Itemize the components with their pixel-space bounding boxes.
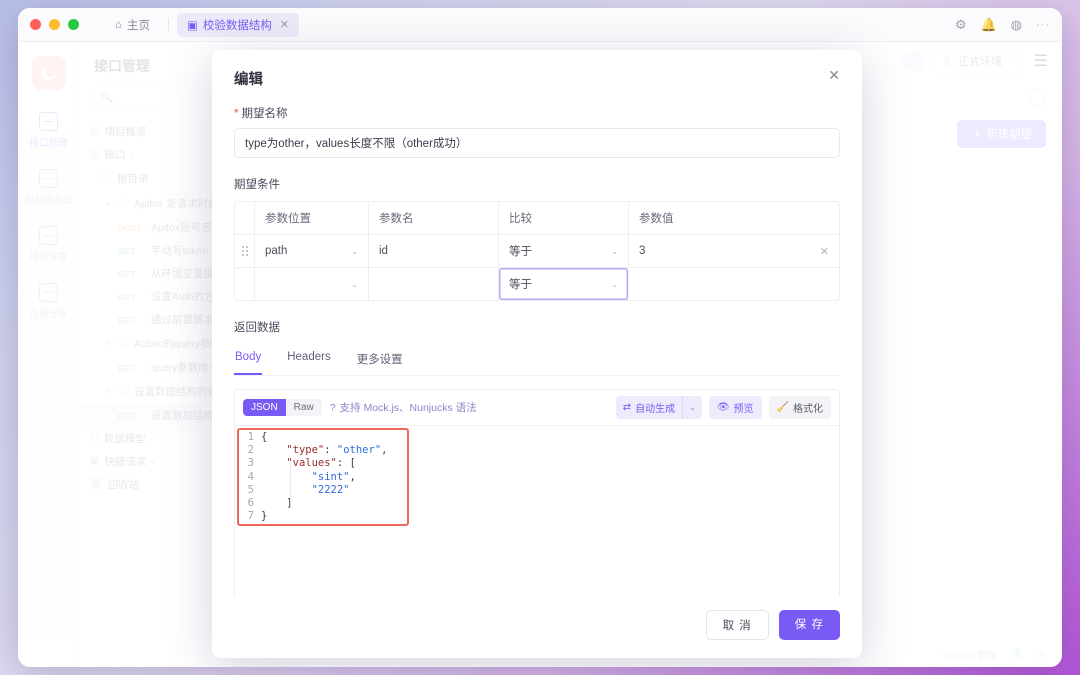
tab-strip: ⌂ 主页 ▣ 校验数据结构 ✕ bbox=[105, 13, 299, 37]
home-icon: ⌂ bbox=[115, 19, 122, 31]
close-icon[interactable]: ✕ bbox=[828, 68, 840, 82]
auto-generate-label: 自动生成 bbox=[635, 400, 675, 415]
return-data-label: 返回数据 bbox=[234, 319, 840, 335]
tab-validate-data-structure[interactable]: ▣ 校验数据结构 ✕ bbox=[177, 13, 299, 37]
tab-body[interactable]: Body bbox=[234, 344, 262, 375]
cancel-button[interactable]: 取 消 bbox=[706, 610, 769, 640]
column-param-name: 参数名 bbox=[369, 202, 499, 234]
app-window: ⌂ 主页 ▣ 校验数据结构 ✕ ⚙ 🔔 ◍ ··· bbox=[18, 8, 1062, 667]
window-controls[interactable]: ··· bbox=[1036, 19, 1050, 31]
format-button[interactable]: 🧹 格式化 bbox=[769, 396, 831, 419]
save-button[interactable]: 保 存 bbox=[779, 610, 840, 640]
close-icon[interactable]: ✕ bbox=[280, 18, 289, 31]
grip-icon bbox=[242, 246, 248, 256]
conditions-table: 参数位置 参数名 比较 参数值 path ⌄ id bbox=[234, 201, 840, 301]
column-compare: 比较 bbox=[499, 202, 629, 234]
seg-raw[interactable]: Raw bbox=[286, 399, 322, 416]
avatar-icon[interactable]: ◍ bbox=[1011, 17, 1022, 33]
param-name-input-empty[interactable] bbox=[369, 268, 499, 300]
column-param-location: 参数位置 bbox=[255, 202, 369, 234]
chevron-down-icon: ⌄ bbox=[611, 280, 618, 289]
modal-body: *期望名称 期望条件 参数位置 参数名 比较 参数值 path bbox=[212, 93, 862, 596]
expectation-name-label: *期望名称 bbox=[234, 105, 840, 121]
window-traffic-lights[interactable] bbox=[30, 19, 79, 30]
title-bar: ⌂ 主页 ▣ 校验数据结构 ✕ ⚙ 🔔 ◍ ··· bbox=[18, 8, 1062, 42]
eye-icon: 👁 bbox=[717, 402, 730, 413]
param-value-text: 3 bbox=[639, 245, 645, 257]
seg-json[interactable]: JSON bbox=[243, 399, 286, 416]
condition-row-empty: ⌄ 等于 ⌄ bbox=[235, 268, 839, 300]
param-location-select[interactable]: path ⌄ bbox=[255, 235, 369, 267]
modal-title: 编辑 bbox=[234, 68, 263, 89]
code-area[interactable]: 1 2 3 4 5 6 7 { "type": "other", "values… bbox=[235, 426, 839, 596]
compare-value: 等于 bbox=[509, 243, 532, 259]
tab-home-label: 主页 bbox=[127, 17, 150, 33]
expectation-name-input[interactable] bbox=[234, 128, 840, 158]
grip-header-cell bbox=[235, 202, 255, 234]
param-value-input-empty[interactable] bbox=[629, 268, 839, 300]
chevron-down-icon: ⌄ bbox=[351, 280, 358, 289]
code-editor: JSON Raw ? 支持 Mock.js、Nunjucks 语法 ⇄ 自动生成 bbox=[234, 389, 840, 596]
modal-header: 编辑 ✕ bbox=[212, 50, 862, 93]
conditions-header-row: 参数位置 参数名 比较 参数值 bbox=[235, 202, 839, 235]
auto-generate-button[interactable]: ⇄ 自动生成 ⌄ bbox=[616, 396, 702, 419]
drag-handle[interactable] bbox=[235, 235, 255, 267]
required-mark: * bbox=[234, 108, 238, 120]
modal-footer: 取 消 保 存 bbox=[212, 596, 862, 658]
tab-separator bbox=[168, 18, 169, 32]
compare-select-focused[interactable]: 等于 ⌄ bbox=[499, 268, 629, 300]
chevron-down-icon: ⌄ bbox=[351, 247, 358, 256]
bell-icon[interactable]: 🔔 bbox=[980, 17, 996, 33]
minimize-window-button[interactable] bbox=[49, 19, 60, 30]
titlebar-actions: ⚙ 🔔 ◍ ··· bbox=[955, 17, 1050, 33]
preview-button[interactable]: 👁 预览 bbox=[709, 396, 762, 419]
maximize-window-button[interactable] bbox=[68, 19, 79, 30]
format-label: 格式化 bbox=[793, 400, 823, 415]
param-location-value: path bbox=[265, 245, 287, 257]
code-lines[interactable]: { "type": "other", "values": [ "sint", "… bbox=[261, 431, 387, 523]
tab-home[interactable]: ⌂ 主页 bbox=[105, 13, 160, 37]
indent-guide bbox=[290, 462, 291, 502]
code-content: 1 2 3 4 5 6 7 { "type": "other", "values… bbox=[235, 426, 839, 523]
line-numbers: 1 2 3 4 5 6 7 bbox=[235, 431, 261, 523]
help-icon[interactable]: ? bbox=[330, 402, 336, 414]
editor-toolbar: JSON Raw ? 支持 Mock.js、Nunjucks 语法 ⇄ 自动生成 bbox=[235, 390, 839, 426]
param-location-select-empty[interactable]: ⌄ bbox=[255, 268, 369, 300]
column-param-value: 参数值 bbox=[629, 202, 839, 234]
compare-select[interactable]: 等于 ⌄ bbox=[499, 235, 629, 267]
label-text: 期望名称 bbox=[241, 108, 287, 120]
format-toggle[interactable]: JSON Raw bbox=[243, 399, 322, 416]
compare-value: 等于 bbox=[509, 276, 532, 292]
param-value-input[interactable]: 3 ✕ bbox=[629, 235, 839, 267]
return-data-tabs: Body Headers 更多设置 bbox=[234, 344, 840, 376]
doc-icon: ▣ bbox=[187, 18, 198, 32]
tab-more-settings[interactable]: 更多设置 bbox=[356, 344, 404, 375]
edit-expectation-modal: 编辑 ✕ *期望名称 期望条件 参数位置 参数名 比较 参数值 bbox=[212, 50, 862, 658]
refresh-icon: ⇄ bbox=[623, 402, 631, 413]
remove-row-icon[interactable]: ✕ bbox=[820, 245, 829, 258]
chevron-down-icon: ⌄ bbox=[611, 247, 618, 256]
close-window-button[interactable] bbox=[30, 19, 41, 30]
broom-icon: 🧹 bbox=[777, 402, 789, 413]
preview-label: 预览 bbox=[734, 400, 754, 415]
param-name-input[interactable]: id bbox=[369, 235, 499, 267]
drag-handle-empty bbox=[235, 268, 255, 300]
chevron-down-icon[interactable]: ⌄ bbox=[683, 396, 702, 419]
condition-row: path ⌄ id 等于 ⌄ 3 ✕ bbox=[235, 235, 839, 268]
hint-text: 支持 Mock.js、Nunjucks 语法 bbox=[340, 400, 477, 415]
tab-validate-label: 校验数据结构 bbox=[203, 17, 272, 33]
auto-generate-main[interactable]: ⇄ 自动生成 bbox=[616, 396, 682, 419]
param-name-value: id bbox=[379, 245, 388, 257]
syntax-hint: ? 支持 Mock.js、Nunjucks 语法 bbox=[330, 400, 477, 415]
conditions-label: 期望条件 bbox=[234, 176, 840, 192]
gear-icon[interactable]: ⚙ bbox=[955, 17, 967, 33]
editor-actions: ⇄ 自动生成 ⌄ 👁 预览 🧹 格式化 bbox=[616, 396, 831, 419]
tab-headers[interactable]: Headers bbox=[286, 344, 331, 375]
